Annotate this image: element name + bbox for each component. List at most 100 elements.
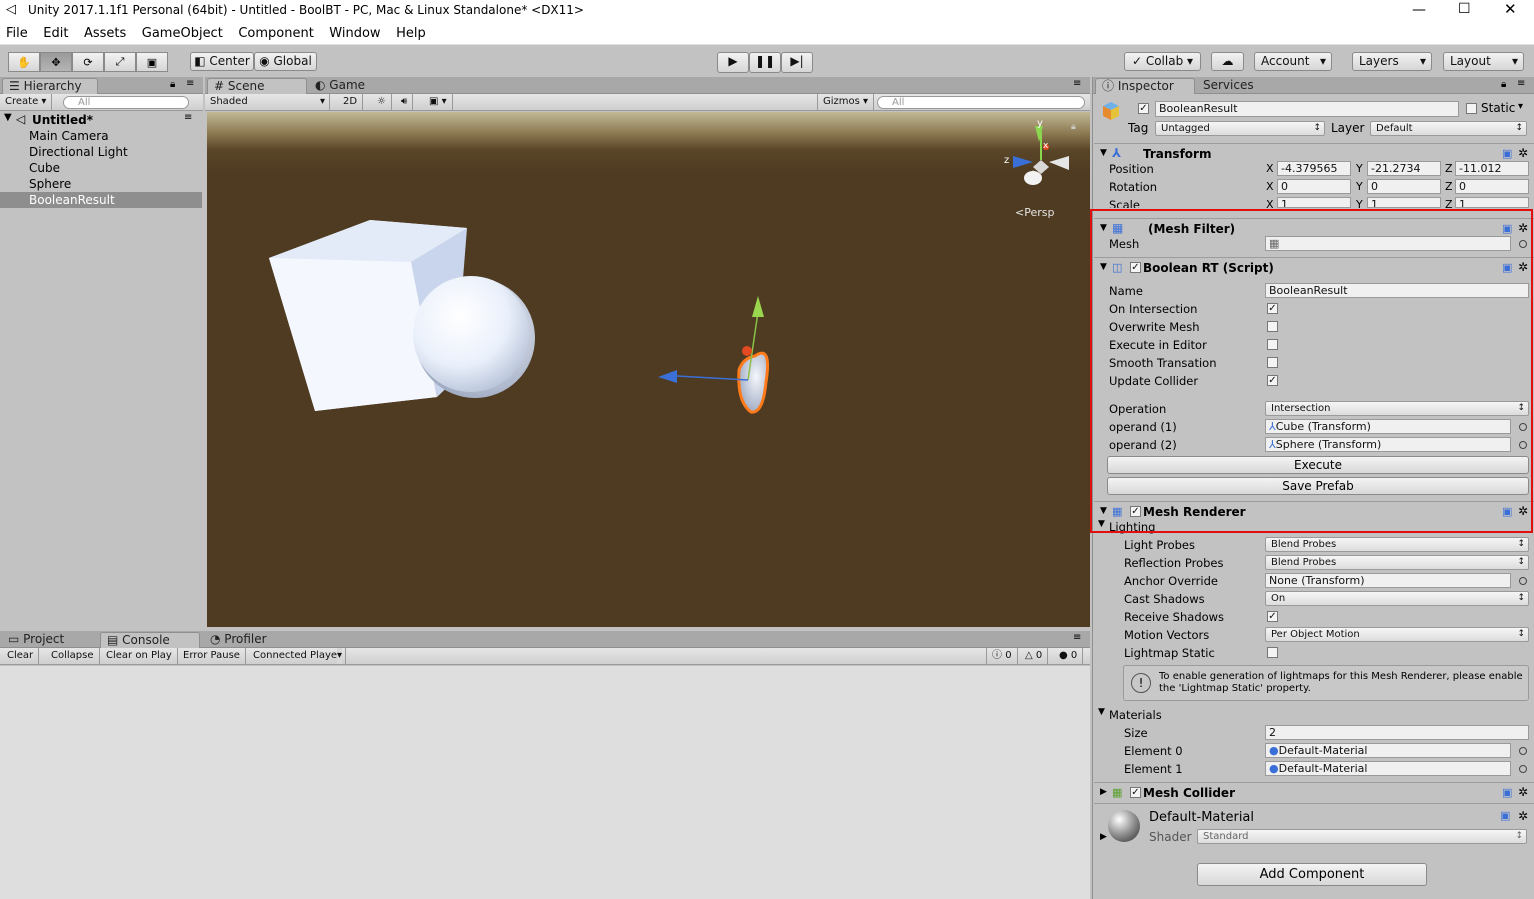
lock-icon[interactable]: 🔒︎ (170, 79, 175, 90)
execute-in-editor-checkbox[interactable] (1267, 339, 1278, 350)
rotation-z-field[interactable]: 0 (1455, 179, 1529, 194)
scale-y-field[interactable]: 1 (1367, 197, 1441, 208)
step-button[interactable]: ▶| (781, 52, 813, 73)
pivot-global-button[interactable]: ◉ Global (254, 52, 317, 71)
maximize-button[interactable]: ☐ (1458, 0, 1471, 19)
lighting-foldout[interactable]: Lighting (1109, 519, 1155, 535)
menu-edit[interactable]: Edit (37, 22, 74, 45)
collab-button[interactable]: ✓ Collab ▾ (1124, 52, 1201, 71)
element1-field[interactable]: ●Default-Material (1265, 761, 1511, 776)
cloud-icon[interactable]: ☁ (1211, 52, 1244, 71)
transform-header[interactable]: ▼ ⅄ Transform ▣ ✲ (1094, 143, 1534, 163)
hierarchy-search-input[interactable]: All (63, 96, 189, 109)
gear-icon[interactable]: ✲ (1518, 258, 1528, 277)
viewport-lock-icon[interactable]: 🔒︎ (1071, 122, 1076, 132)
panel-menu-icon[interactable]: ≡ (1517, 78, 1525, 89)
hierarchy-item[interactable]: Sphere (0, 176, 202, 192)
tab-inspector[interactable]: ⓘ Inspector (1095, 78, 1195, 94)
menu-window[interactable]: Window (323, 22, 386, 45)
position-x-field[interactable]: -4.379565 (1277, 161, 1351, 176)
scale-tool-icon[interactable]: ⤢ (104, 52, 136, 72)
lightmap-static-checkbox[interactable] (1267, 647, 1278, 658)
scene-root-row[interactable]: ▼ ◁ Untitled* ≡ (0, 112, 203, 128)
layers-dropdown[interactable]: Layers ▾ (1352, 52, 1432, 71)
hierarchy-item[interactable]: Cube (0, 160, 202, 176)
foldout-arrow-icon[interactable]: ▶ (1100, 832, 1107, 842)
close-button[interactable]: ✕ (1504, 0, 1517, 19)
tab-project[interactable]: ▭ Project (2, 632, 94, 648)
console-log-area[interactable] (0, 666, 1090, 899)
boolean-rt-header[interactable]: ▼ ◫ ✓ Boolean RT (Script) ▣ ✲ (1094, 257, 1534, 277)
lock-icon[interactable]: 🔒︎ (1501, 79, 1506, 90)
log-count-toggle[interactable]: ⓘ 0 (986, 648, 1018, 665)
hand-tool-icon[interactable]: ✋ (8, 52, 40, 72)
position-z-field[interactable]: -11.012 (1455, 161, 1529, 176)
shading-mode-dropdown[interactable]: Shaded ▾ (205, 94, 330, 111)
overwrite-mesh-checkbox[interactable] (1267, 321, 1278, 332)
panel-menu-icon[interactable]: ≡ (186, 78, 194, 89)
gear-icon[interactable]: ✲ (1518, 783, 1528, 802)
orientation-gizmo[interactable] (1013, 126, 1069, 185)
size-field[interactable]: 2 (1265, 725, 1529, 740)
gear-icon[interactable]: ✲ (1518, 502, 1528, 521)
tab-services[interactable]: Services (1197, 78, 1277, 94)
menu-file[interactable]: File (0, 22, 34, 45)
pause-button[interactable]: ❚❚ (749, 52, 781, 73)
layout-dropdown[interactable]: Layout ▾ (1443, 52, 1524, 71)
element0-field[interactable]: ●Default-Material (1265, 743, 1511, 758)
tab-scene[interactable]: # Scene (207, 78, 307, 94)
cast-shadows-dropdown[interactable]: On (1265, 591, 1529, 606)
pivot-center-button[interactable]: ◧ Center (190, 52, 254, 71)
collapse-button[interactable]: Collapse (46, 648, 100, 665)
menu-help[interactable]: Help (390, 22, 432, 45)
foldout-arrow-icon[interactable]: ▶ (1100, 783, 1107, 802)
gear-icon[interactable]: ✲ (1518, 219, 1528, 238)
smooth-transation-checkbox[interactable] (1267, 357, 1278, 368)
scale-x-field[interactable]: 1 (1277, 197, 1351, 208)
enabled-checkbox[interactable]: ✓ (1130, 787, 1141, 798)
object-picker-icon[interactable] (1519, 577, 1527, 585)
object-picker-icon[interactable] (1519, 240, 1527, 248)
anchor-override-field[interactable]: None (Transform) (1265, 573, 1511, 588)
account-dropdown[interactable]: Account ▾ (1254, 52, 1332, 71)
save-prefab-button[interactable]: Save Prefab (1107, 477, 1529, 495)
mesh-renderer-header[interactable]: ▼ ▦ ✓ Mesh Renderer ▣ ✲ (1094, 501, 1534, 521)
object-picker-icon[interactable] (1519, 765, 1527, 773)
panel-menu-icon[interactable]: ≡ (1073, 78, 1081, 89)
scene-viewport[interactable]: y z x <Persp 🔒︎ (207, 112, 1090, 627)
help-icon[interactable]: ▣ (1502, 502, 1512, 521)
object-picker-icon[interactable] (1519, 747, 1527, 755)
help-icon[interactable]: ▣ (1502, 258, 1512, 277)
help-icon[interactable]: ▣ (1500, 809, 1510, 822)
menu-assets[interactable]: Assets (78, 22, 132, 45)
boolean-result-object[interactable] (737, 351, 770, 414)
hierarchy-item[interactable]: Directional Light (0, 144, 202, 160)
minimize-button[interactable]: — (1412, 0, 1426, 20)
connected-player-dropdown[interactable]: Connected Player ▾ (248, 648, 346, 665)
foldout-arrow-icon[interactable]: ▼ (1100, 219, 1107, 238)
mesh-field[interactable]: ▦ (1265, 236, 1511, 251)
rotate-tool-icon[interactable]: ⟳ (72, 52, 104, 72)
foldout-arrow-icon[interactable]: ▼ (1100, 258, 1107, 277)
object-picker-icon[interactable] (1519, 441, 1527, 449)
tab-hierarchy[interactable]: ☰ Hierarchy (2, 78, 98, 94)
tab-game[interactable]: ◐ Game (309, 78, 389, 94)
on-intersection-checkbox[interactable]: ✓ (1267, 303, 1278, 314)
tab-profiler[interactable]: ◔ Profiler (204, 632, 294, 648)
object-name-field[interactable]: BooleanResult (1155, 101, 1459, 117)
error-pause-button[interactable]: Error Pause (178, 648, 246, 665)
help-icon[interactable]: ▣ (1502, 783, 1512, 802)
clear-on-play-button[interactable]: Clear on Play (101, 648, 178, 665)
expand-arrow-icon[interactable]: ▼ (4, 112, 12, 123)
scene-menu-icon[interactable]: ≡ (184, 112, 192, 123)
panel-menu-icon[interactable]: ≡ (1073, 632, 1081, 643)
update-collider-checkbox[interactable]: ✓ (1267, 375, 1278, 386)
hierarchy-item-selected[interactable]: BooleanResult (0, 192, 202, 208)
materials-foldout[interactable]: Materials (1109, 707, 1162, 723)
tab-console[interactable]: ▤ Console (100, 632, 200, 648)
scale-z-field[interactable]: 1 (1455, 197, 1529, 208)
rotation-x-field[interactable]: 0 (1277, 179, 1351, 194)
mode-2d-button[interactable]: 2D (338, 94, 364, 111)
error-count-toggle[interactable]: ● 0 (1054, 648, 1084, 665)
foldout-arrow-icon[interactable]: ▼ (1098, 519, 1105, 529)
